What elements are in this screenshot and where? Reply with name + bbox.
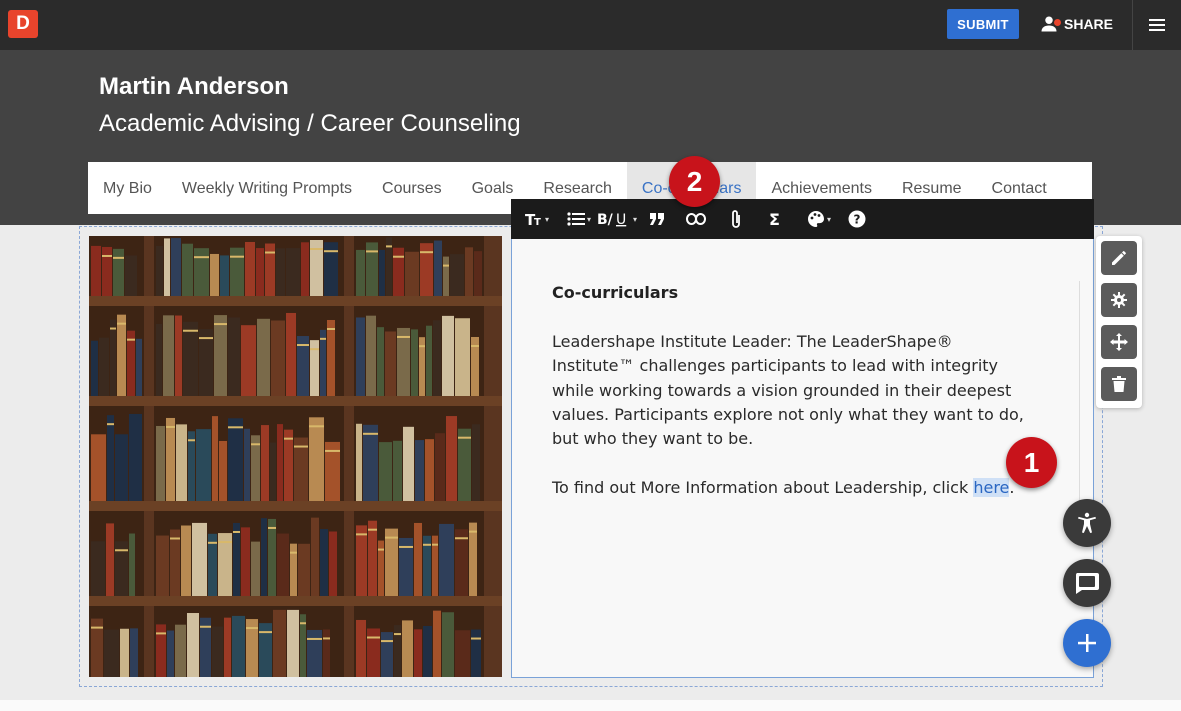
scroll-track bbox=[1079, 281, 1080, 511]
attachment-icon[interactable] bbox=[717, 199, 755, 239]
text-size-icon[interactable]: T T ▾ bbox=[511, 199, 563, 239]
block-tools-panel bbox=[1096, 236, 1142, 408]
link-sentence-prefix: To find out More Information about Leade… bbox=[552, 478, 974, 497]
chat-icon bbox=[1075, 573, 1099, 594]
accessibility-button[interactable] bbox=[1063, 499, 1111, 547]
block-heading: Co-curriculars bbox=[552, 283, 679, 302]
link-sentence: To find out More Information about Leade… bbox=[552, 476, 1052, 500]
svg-text:?: ? bbox=[854, 213, 861, 227]
help-icon[interactable]: ? bbox=[841, 199, 873, 239]
callout-1: 1 bbox=[1006, 437, 1057, 488]
palette-icon[interactable]: ▾ bbox=[797, 199, 841, 239]
callout-2: 2 bbox=[669, 156, 720, 207]
svg-text:U: U bbox=[616, 212, 626, 227]
trash-icon[interactable] bbox=[1101, 367, 1137, 401]
hamburger-menu-icon[interactable] bbox=[1146, 14, 1168, 36]
notification-dot bbox=[1054, 19, 1061, 26]
svg-text:Σ: Σ bbox=[769, 211, 780, 227]
bottom-strip bbox=[0, 700, 1181, 711]
page-subtitle: Academic Advising / Career Counseling bbox=[99, 110, 521, 137]
nav-tab-weekly-writing-prompts[interactable]: Weekly Writing Prompts bbox=[167, 162, 367, 214]
sigma-icon[interactable]: Σ bbox=[755, 199, 797, 239]
move-icon[interactable] bbox=[1101, 325, 1137, 359]
here-link[interactable]: here bbox=[973, 478, 1010, 497]
plus-icon bbox=[1078, 634, 1096, 652]
nav-tab-my-bio[interactable]: My Bio bbox=[88, 162, 167, 214]
gear-icon[interactable] bbox=[1101, 283, 1137, 317]
bold-italic-underline-icon[interactable]: B/U ▾ bbox=[595, 199, 639, 239]
pencil-icon[interactable] bbox=[1101, 241, 1137, 275]
chat-button[interactable] bbox=[1063, 559, 1111, 607]
page-title: Martin Anderson bbox=[99, 73, 289, 100]
nav-tab-courses[interactable]: Courses bbox=[367, 162, 457, 214]
accessibility-icon bbox=[1078, 512, 1096, 533]
divider bbox=[1132, 0, 1133, 50]
submit-button[interactable]: SUBMIT bbox=[947, 9, 1019, 39]
list-icon[interactable]: ▾ bbox=[563, 199, 595, 239]
add-button[interactable] bbox=[1063, 619, 1111, 667]
editor-toolbar: T T ▾ ▾ B/U ▾ Σ ▾ ? bbox=[511, 199, 1094, 239]
svg-text:T: T bbox=[534, 217, 541, 227]
share-label: SHARE bbox=[1064, 16, 1114, 32]
svg-text:B/: B/ bbox=[597, 212, 614, 227]
block-paragraph: Leadershape Institute Leader: The Leader… bbox=[552, 332, 1024, 449]
top-bar: D SUBMIT SHARE bbox=[0, 0, 1181, 50]
app-logo[interactable]: D bbox=[8, 10, 38, 38]
person-icon bbox=[1040, 15, 1061, 33]
quote-icon[interactable] bbox=[639, 199, 675, 239]
share-button[interactable]: SHARE bbox=[1040, 9, 1113, 39]
bookshelf-image[interactable] bbox=[89, 236, 502, 677]
